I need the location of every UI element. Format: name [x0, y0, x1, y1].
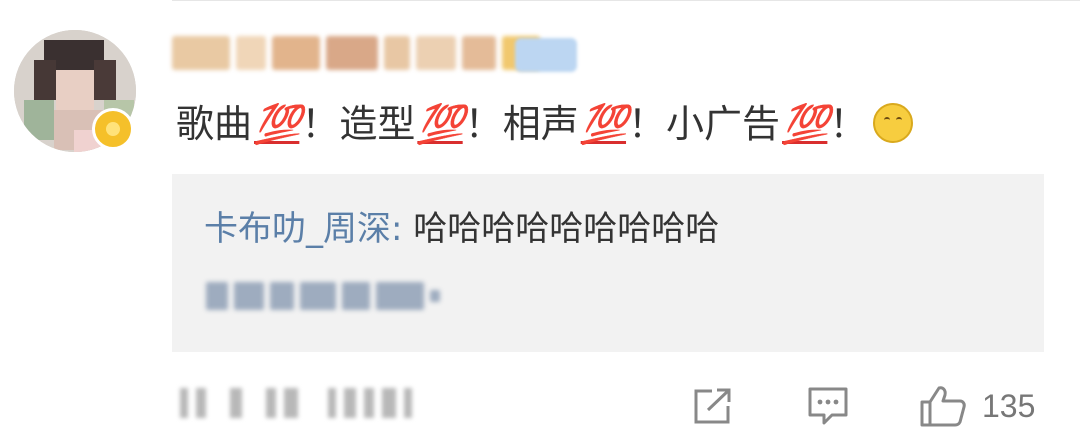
- thumbs-up-icon: [920, 386, 966, 427]
- reply-author-link[interactable]: 卡布叻_周深: [204, 209, 391, 249]
- reply-box[interactable]: 卡布叻_周深: 哈哈哈哈哈哈哈哈哈: [172, 174, 1044, 352]
- comment-text-part: ！小广告: [628, 102, 781, 146]
- reply-button[interactable]: [806, 384, 850, 428]
- hundred-points-icon: 💯: [782, 102, 829, 146]
- verified-badge-icon: [92, 108, 134, 150]
- share-icon: [694, 388, 731, 424]
- reply-colon: :: [391, 209, 403, 249]
- thinking-face-icon: [873, 103, 914, 143]
- like-count: 135: [982, 387, 1036, 424]
- like-button[interactable]: 135: [918, 384, 1035, 428]
- reply-line: 卡布叻_周深: 哈哈哈哈哈哈哈哈哈: [204, 204, 719, 254]
- hundred-points-icon: 💯: [580, 102, 628, 146]
- divider: [172, 0, 1080, 1]
- comment-text: 歌曲💯！造型💯！相声💯！小广告💯！: [176, 96, 914, 152]
- reply-text: 哈哈哈哈哈哈哈哈哈: [413, 209, 720, 249]
- comment-text-part: ！造型: [301, 102, 416, 146]
- comment-icon: [808, 387, 848, 425]
- comment-meta-redacted: [180, 388, 412, 418]
- reply-more-link-redacted[interactable]: [206, 282, 440, 310]
- member-badge-icon: [515, 38, 577, 72]
- comment-text-part: ！相声: [464, 102, 579, 146]
- hundred-points-icon: 💯: [254, 102, 301, 146]
- comment-card: 歌曲💯！造型💯！相声💯！小广告💯！ 卡布叻_周深: 哈哈哈哈哈哈哈哈哈 135: [0, 0, 1080, 440]
- username-redacted[interactable]: [172, 32, 540, 74]
- share-button[interactable]: [690, 384, 734, 428]
- comment-text-part: 歌曲: [176, 102, 253, 146]
- hundred-points-icon: 💯: [417, 102, 464, 146]
- comment-text-part: ！: [829, 102, 868, 146]
